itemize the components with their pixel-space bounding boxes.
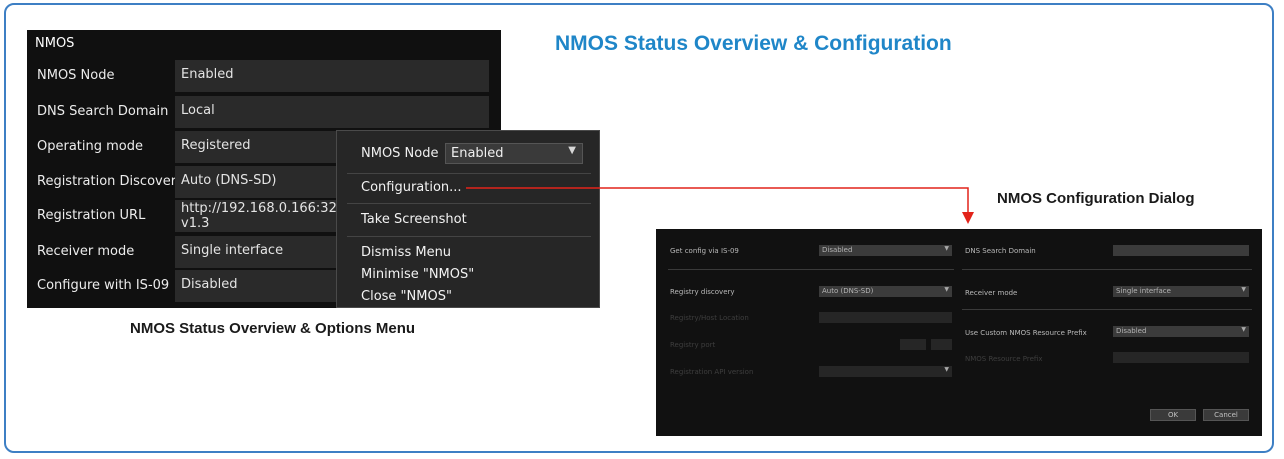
receiver-mode-select[interactable]: Single interface ▼ [1113, 286, 1249, 297]
resource-prefix-input[interactable] [1113, 352, 1249, 363]
chevron-down-icon: ▼ [568, 145, 576, 156]
dns-search-domain-input[interactable] [1113, 245, 1249, 256]
registry-port-stepper[interactable] [931, 339, 952, 350]
row-label: Registration Discovery [37, 174, 184, 189]
row-value: Auto (DNS-SD) [181, 173, 277, 188]
receiver-mode-label: Receiver mode [965, 289, 1018, 297]
registry-port-label: Registry port [670, 341, 716, 349]
ok-button-label: OK [1167, 411, 1179, 419]
get-config-value: Disabled [822, 246, 853, 254]
custom-prefix-label: Use Custom NMOS Resource Prefix [965, 329, 1087, 337]
dns-search-domain-label: DNS Search Domain [965, 247, 1036, 255]
row-value: Single interface [181, 243, 284, 258]
get-config-label: Get config via IS-09 [670, 247, 739, 255]
row-label: Receiver mode [37, 244, 135, 259]
registry-location-label: Registry/Host Location [670, 314, 749, 322]
row-label: Configure with IS-09 [37, 278, 170, 293]
resource-prefix-label: NMOS Resource Prefix [965, 355, 1043, 363]
dialog-divider [962, 269, 1252, 270]
ok-button[interactable]: OK [1150, 409, 1196, 421]
status-caption: NMOS Status Overview & Options Menu [130, 320, 416, 337]
custom-prefix-value: Disabled [1116, 327, 1147, 335]
menu-divider [347, 236, 591, 237]
row-value-field: Local [175, 96, 489, 128]
row-label: Registration URL [37, 208, 146, 223]
status-row-nmos-node[interactable]: NMOS Node Enabled [27, 60, 501, 94]
registry-location-field[interactable] [819, 312, 952, 323]
row-value: Disabled [181, 277, 238, 292]
dialog-caption: NMOS Configuration Dialog [997, 190, 1195, 207]
registration-api-label: Registration API version [670, 368, 754, 376]
status-row-dns-search-domain[interactable]: DNS Search Domain Local [27, 96, 501, 130]
menu-item-configuration[interactable]: Configuration... [361, 180, 462, 195]
row-value-field: Enabled [175, 60, 489, 92]
menu-item-take-screenshot[interactable]: Take Screenshot [361, 212, 467, 227]
menu-item-dismiss-menu[interactable]: Dismiss Menu [361, 245, 451, 260]
registry-discovery-select[interactable]: Auto (DNS-SD) ▼ [819, 286, 952, 297]
nmos-node-select[interactable]: Enabled ▼ [445, 143, 583, 164]
row-value: http://192.168.0.166:321 v1.3 [181, 201, 346, 231]
cancel-button[interactable]: Cancel [1203, 409, 1249, 421]
chevron-down-icon: ▼ [944, 245, 949, 252]
row-label: DNS Search Domain [37, 104, 169, 119]
nmos-configuration-dialog: Get config via IS-09 Disabled ▼ Registry… [656, 229, 1262, 436]
row-label: Operating mode [37, 139, 143, 154]
chevron-down-icon: ▼ [1241, 286, 1246, 293]
chevron-down-icon: ▼ [944, 286, 949, 293]
row-label: NMOS Node [37, 68, 115, 83]
dialog-divider [668, 269, 954, 270]
menu-item-close[interactable]: Close "NMOS" [361, 289, 452, 304]
chevron-down-icon: ▼ [1241, 326, 1246, 333]
get-config-select[interactable]: Disabled ▼ [819, 245, 952, 256]
figure-title: NMOS Status Overview & Configuration [555, 32, 952, 55]
menu-item-minimise[interactable]: Minimise "NMOS" [361, 267, 474, 282]
chevron-down-icon: ▼ [944, 366, 949, 373]
row-value: Local [181, 103, 215, 118]
cancel-button-label: Cancel [1214, 411, 1238, 419]
nmos-node-label: NMOS Node [361, 146, 439, 161]
row-value: Enabled [181, 67, 234, 82]
registry-port-field[interactable] [900, 339, 926, 350]
registry-discovery-label: Registry discovery [670, 288, 735, 296]
registry-discovery-value: Auto (DNS-SD) [822, 287, 874, 295]
row-value: Registered [181, 138, 251, 153]
menu-divider [347, 173, 591, 174]
panel-header: NMOS [35, 36, 75, 51]
options-menu: NMOS Node Enabled ▼ Configuration... Tak… [336, 130, 600, 308]
menu-divider [347, 203, 591, 204]
nmos-node-value: Enabled [451, 146, 504, 161]
receiver-mode-value: Single interface [1116, 287, 1171, 295]
dialog-divider [962, 309, 1252, 310]
registration-api-select[interactable]: ▼ [819, 366, 952, 377]
custom-prefix-select[interactable]: Disabled ▼ [1113, 326, 1249, 337]
